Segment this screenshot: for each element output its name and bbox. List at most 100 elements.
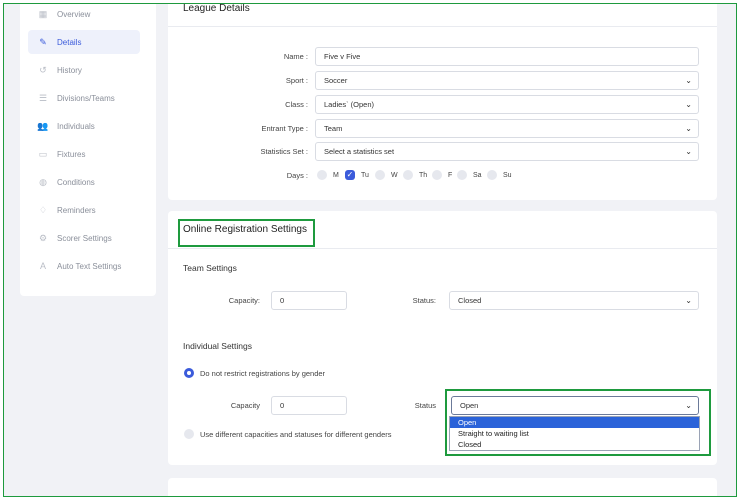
sidebar-item-label: Overview	[57, 9, 91, 19]
sidebar-item-label: Details	[57, 37, 82, 47]
statistics-set-label: Statistics Set :	[260, 147, 308, 156]
team-capacity-label: Capacity:	[228, 296, 260, 305]
ind-capacity-label: Capacity	[230, 401, 260, 410]
sidebar-item-individuals[interactable]: 👥 Individuals	[28, 114, 140, 138]
bell-icon: ♢	[38, 204, 48, 215]
status-option-waiting-list[interactable]: Straight to waiting list	[450, 428, 699, 439]
day-label: Th	[419, 171, 428, 179]
gears-icon: ⚙	[38, 232, 48, 243]
class-select[interactable]: Ladies` (Open) ⌄	[315, 95, 699, 114]
day-label: Su	[503, 171, 512, 179]
sidebar-item-history[interactable]: ↺ History	[28, 58, 140, 82]
sport-value: Soccer	[324, 76, 348, 85]
chevron-down-icon: ⌄	[685, 100, 692, 109]
day-label: M	[333, 171, 339, 179]
sidebar-item-details[interactable]: ✎ Details	[28, 30, 140, 54]
chevron-down-icon: ⌄	[685, 147, 692, 156]
team-capacity-input[interactable]: 0	[271, 291, 347, 310]
class-value: Ladies` (Open)	[324, 100, 375, 109]
chevron-down-icon: ⌄	[685, 124, 692, 133]
status-option-open[interactable]: Open	[450, 417, 699, 428]
status-option-closed[interactable]: Closed	[450, 439, 699, 450]
sidebar-item-overview[interactable]: ▦ Overview	[28, 4, 140, 26]
name-label: Name :	[283, 52, 308, 61]
next-card	[168, 478, 717, 496]
name-input[interactable]: Five v Five	[315, 47, 699, 66]
entrant-type-select[interactable]: Team ⌄	[315, 119, 699, 138]
team-status-select[interactable]: Closed ⌄	[449, 291, 699, 310]
day-label: Tu	[361, 171, 369, 179]
history-icon: ↺	[39, 64, 47, 75]
day-checkbox-m[interactable]: M	[317, 170, 339, 180]
highlight-box-title	[178, 219, 315, 247]
statistics-set-select[interactable]: Select a statistics set ⌄	[315, 142, 699, 161]
sidebar-item-fixtures[interactable]: ▭ Fixtures	[28, 142, 140, 166]
globe-icon: ◍	[39, 176, 47, 187]
team-status-label: Status:	[412, 296, 436, 305]
ind-status-label: Status	[414, 401, 436, 410]
day-label: W	[391, 171, 398, 179]
checkbox[interactable]	[432, 170, 442, 180]
team-status-value: Closed	[458, 296, 482, 305]
checkbox[interactable]	[487, 170, 497, 180]
text-icon: A	[39, 261, 46, 271]
calendar-icon: ▭	[38, 148, 48, 159]
sidebar-item-label: Conditions	[57, 177, 95, 187]
league-details-title: League Details	[183, 3, 250, 14]
sidebar-item-label: Scorer Settings	[57, 233, 112, 243]
status-dropdown-list: Open Straight to waiting list Closed	[449, 416, 700, 451]
divider	[168, 26, 717, 27]
chevron-down-icon: ⌄	[685, 76, 692, 85]
radio-different-genders-label: Use different capacities and statuses fo…	[200, 430, 392, 439]
statistics-set-value: Select a statistics set	[324, 147, 395, 156]
sidebar-item-auto-text[interactable]: A Auto Text Settings	[28, 254, 140, 278]
sidebar: ▦ Overview ✎ Details ↺ History ☰ Divisio…	[20, 4, 156, 296]
day-label: Sa	[473, 171, 482, 179]
day-checkbox-tu[interactable]: ✓ Tu	[345, 170, 369, 180]
checkbox[interactable]	[317, 170, 327, 180]
day-checkbox-f[interactable]: F	[432, 170, 452, 180]
radio-no-restrict[interactable]	[184, 368, 194, 378]
sport-select[interactable]: Soccer ⌄	[315, 71, 699, 90]
league-details-card: League Details Name : Five v Five Sport …	[168, 3, 717, 200]
name-value: Five v Five	[324, 52, 361, 61]
individual-settings-title: Individual Settings	[183, 341, 252, 351]
app-frame: ▦ Overview ✎ Details ↺ History ☰ Divisio…	[3, 3, 737, 497]
day-checkbox-sa[interactable]: Sa	[457, 170, 482, 180]
sidebar-item-reminders[interactable]: ♢ Reminders	[28, 198, 140, 222]
sidebar-item-label: Reminders	[57, 205, 96, 215]
radio-no-restrict-label: Do not restrict registrations by gender	[200, 369, 326, 378]
chevron-down-icon: ⌄	[685, 296, 692, 305]
sidebar-item-label: Auto Text Settings	[57, 261, 122, 271]
list-icon: ☰	[38, 92, 48, 103]
days-label: Days :	[286, 171, 308, 180]
divider	[168, 248, 717, 249]
day-checkbox-th[interactable]: Th	[403, 170, 427, 180]
sidebar-item-divisions[interactable]: ☰ Divisions/Teams	[28, 86, 140, 110]
class-label: Class :	[285, 100, 308, 109]
team-settings-title: Team Settings	[183, 263, 237, 273]
sidebar-item-label: Fixtures	[57, 149, 86, 159]
sidebar-item-label: History	[57, 65, 82, 75]
entrant-type-value: Team	[324, 124, 343, 133]
pencil-icon: ✎	[39, 36, 47, 47]
checkbox[interactable]	[375, 170, 385, 180]
checkbox[interactable]	[457, 170, 467, 180]
ind-capacity-value: 0	[280, 401, 285, 410]
radio-different-genders[interactable]	[184, 429, 194, 439]
sidebar-item-label: Divisions/Teams	[57, 93, 115, 103]
check-icon[interactable]: ✓	[345, 170, 355, 180]
grid-icon: ▦	[38, 8, 48, 19]
team-capacity-value: 0	[280, 296, 285, 305]
sport-label: Sport :	[285, 76, 308, 85]
sidebar-item-scorer-settings[interactable]: ⚙ Scorer Settings	[28, 226, 140, 250]
day-label: F	[448, 171, 453, 179]
day-checkbox-w[interactable]: W	[375, 170, 398, 180]
ind-capacity-input[interactable]: 0	[271, 396, 347, 415]
checkbox[interactable]	[403, 170, 413, 180]
sidebar-item-conditions[interactable]: ◍ Conditions	[28, 170, 140, 194]
sidebar-item-label: Individuals	[57, 121, 95, 131]
day-checkbox-su[interactable]: Su	[487, 170, 512, 180]
users-icon: 👥	[37, 120, 49, 131]
entrant-type-label: Entrant Type :	[261, 124, 308, 133]
